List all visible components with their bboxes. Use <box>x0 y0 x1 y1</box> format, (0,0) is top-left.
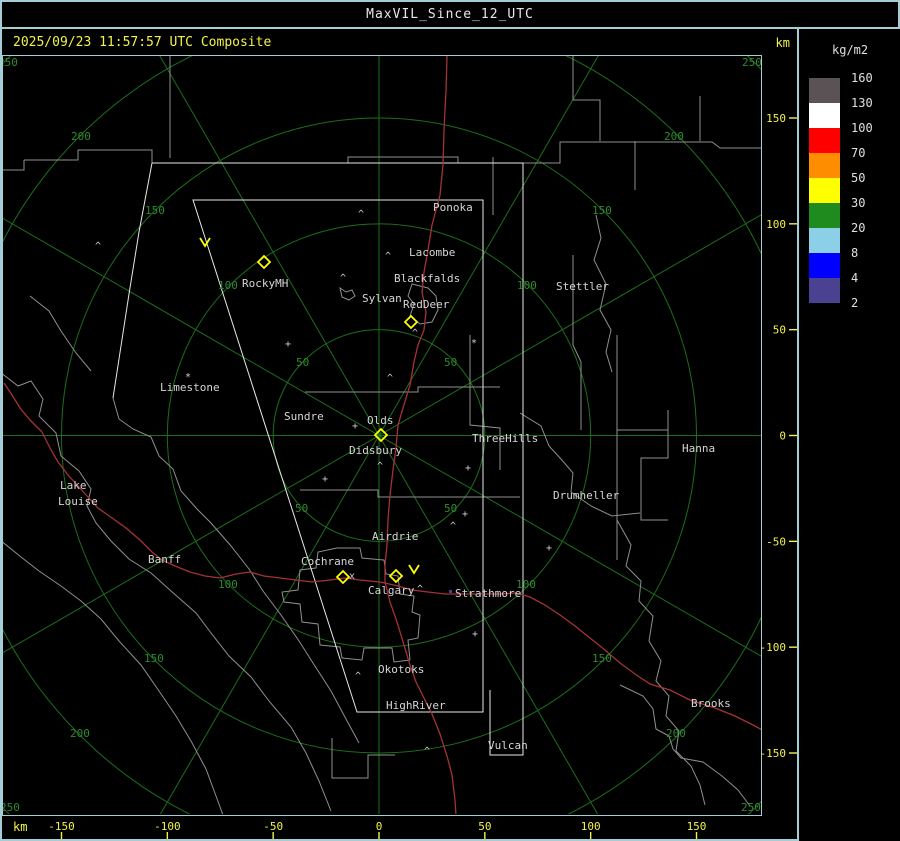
ring-distance-label: 200 <box>666 727 686 740</box>
bottom-axis-tick-label: -100 <box>154 820 181 833</box>
range-rings <box>3 56 761 814</box>
place-label: Brooks <box>691 697 731 710</box>
map-layers: 50 5050 50100 100100 100150 150150 150200 20020… <box>0 56 762 814</box>
ring-distance-label: 50 <box>444 356 457 369</box>
bottom-axis-tick-label: 150 <box>687 820 707 833</box>
place-label: Blackfalds <box>394 272 460 285</box>
place-label: RedDeer <box>403 298 450 311</box>
ring-distance-label: 250 <box>0 801 20 814</box>
ring-distance-label: 250 <box>742 56 762 69</box>
town-symbol: + <box>462 509 468 520</box>
town-symbol: x <box>349 571 355 582</box>
place-label: Louise <box>58 495 98 508</box>
bottom-axis-tick-label: -50 <box>263 820 283 833</box>
radar-map-canvas[interactable]: 50 50 50 50 100 100 100 100 150 150 150 150 200 200 20… <box>0 0 900 841</box>
town-symbol: ^ <box>358 209 364 220</box>
town-symbol: ^ <box>450 521 456 532</box>
town-symbol: ^ <box>417 584 423 595</box>
right-axis-tick-label: -150 <box>760 747 787 760</box>
place-label: Lacombe <box>409 246 455 259</box>
place-label: Strathmore <box>455 587 521 600</box>
storm-cell-diamond-icon <box>335 569 351 585</box>
place-label: Ponoka <box>433 201 473 214</box>
ring-distance-label: 200 <box>71 130 91 143</box>
storm-motion-arrow-icon <box>408 564 420 575</box>
ring-distance-label: 50 <box>444 502 457 515</box>
town-symbol: ^ <box>340 273 346 284</box>
storm-motion-arrow-icon <box>199 237 211 248</box>
place-label: Olds <box>367 414 394 427</box>
right-axis-tick-label: 150 <box>766 112 786 125</box>
ring-distance-label: 250 <box>0 56 18 69</box>
place-label: RockyMH <box>242 277 288 290</box>
ring-distance-label: 50 <box>295 502 308 515</box>
place-label: Drumheller <box>553 489 620 502</box>
town-symbol: ^ <box>377 461 383 472</box>
ring-distance-label: 250 <box>741 801 761 814</box>
ring-distance-label: 150 <box>144 652 164 665</box>
place-label: Didsbury <box>349 444 402 457</box>
right-axis-tick-label: -100 <box>760 641 787 654</box>
place-label: Lake <box>60 479 87 492</box>
place-labels: Ponoka Lacombe Blackfalds Sylvan RedDeer Stet… <box>58 201 731 752</box>
town-symbol: ^ <box>412 328 418 339</box>
town-symbol: + <box>285 339 291 350</box>
place-label: Calgary <box>368 584 415 597</box>
storm-cell-diamond-icon <box>403 314 419 330</box>
radar-coverage-outline <box>112 162 524 756</box>
place-label: ThreeHills <box>472 432 538 445</box>
town-symbol: + <box>465 463 471 474</box>
ring-distance-label: 150 <box>145 204 165 217</box>
ring-distance-label: 50 <box>296 356 309 369</box>
ring-distance-label: 200 <box>70 727 90 740</box>
place-label: Sylvan <box>362 292 402 305</box>
town-symbol: ^ <box>385 251 391 262</box>
right-axis-tick-label: 0 <box>779 430 786 443</box>
ring-distance-label: 150 <box>592 652 612 665</box>
right-axis-tick-label: 50 <box>773 324 786 337</box>
bottom-axis-tick-label: -150 <box>48 820 75 833</box>
town-symbol: + <box>546 543 552 554</box>
town-symbol: ^ <box>387 373 393 384</box>
town-symbol: ^ <box>355 671 361 682</box>
bottom-axis-tick-label: 0 <box>376 820 383 833</box>
place-label: Stettler <box>556 280 609 293</box>
place-label: HighRiver <box>386 699 446 712</box>
town-symbol: ^ <box>95 241 101 252</box>
ring-distance-label: 100 <box>218 279 238 292</box>
place-label: Hanna <box>682 442 715 455</box>
ring-distance-label: 200 <box>664 130 684 143</box>
ring-distance-label: 100 <box>517 279 537 292</box>
right-axis-tick-label: 100 <box>766 218 786 231</box>
place-label: Okotoks <box>378 663 424 676</box>
radar-app-window: MaxVIL_Since_12_UTC 2025/09/23 11:57:57 … <box>0 0 900 841</box>
ring-distance-label: 150 <box>592 204 612 217</box>
town-symbol: * <box>471 338 477 349</box>
town-symbol: + <box>472 629 478 640</box>
ring-distance-label: 100 <box>218 578 238 591</box>
place-label: Banff <box>148 553 181 566</box>
vil-data-cells <box>449 590 452 593</box>
place-label: Airdrie <box>372 530 418 543</box>
bottom-axis-tick-label: 100 <box>581 820 601 833</box>
town-symbol: + <box>322 474 328 485</box>
bottom-axis-tick-label: 50 <box>478 820 491 833</box>
right-axis-tick-label: -50 <box>766 535 786 548</box>
place-label: Sundre <box>284 410 324 423</box>
town-symbol: ^ <box>424 746 430 757</box>
town-symbol: + <box>352 421 358 432</box>
place-label: Vulcan <box>488 739 528 752</box>
place-label: Cochrane <box>301 555 354 568</box>
place-label: Limestone <box>160 381 220 394</box>
